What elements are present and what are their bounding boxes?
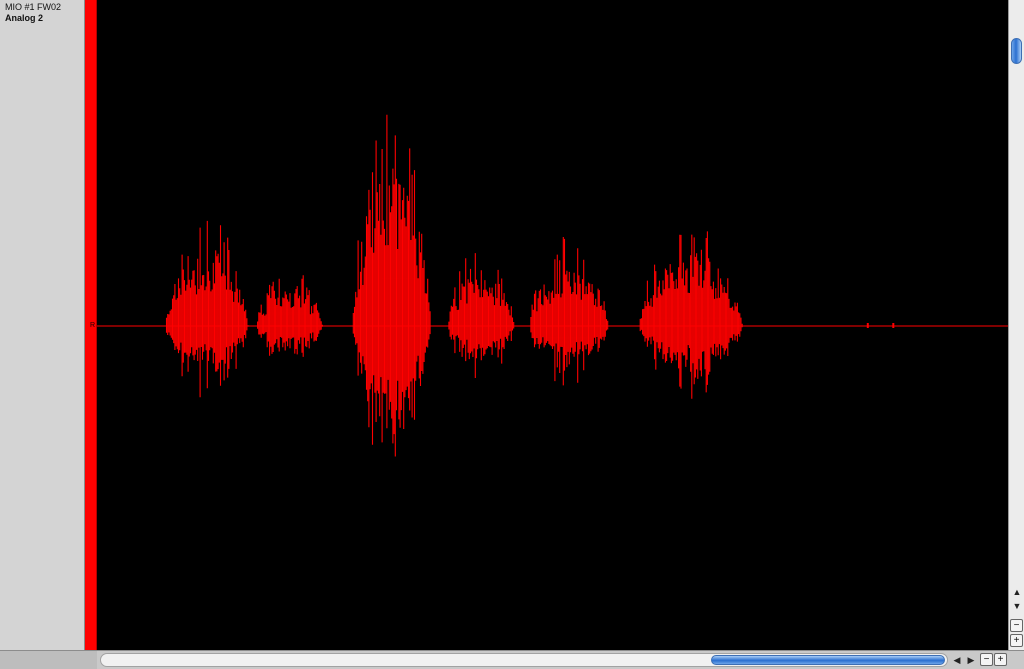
waveform-burst-2 — [257, 275, 323, 357]
waveform — [97, 114, 1008, 457]
horizontal-zoom-in-icon[interactable]: + — [994, 653, 1007, 666]
vertical-scrollbar[interactable]: ▲ ▼ − + — [1008, 0, 1024, 650]
scroll-down-icon[interactable]: ▼ — [1010, 599, 1024, 613]
waveform-blip-2 — [892, 323, 895, 328]
horizontal-zoom-out-icon[interactable]: − — [980, 653, 993, 666]
channel-marker: R — [90, 322, 96, 329]
track-device-name: MIO #1 FW02 — [5, 2, 62, 12]
vertical-zoom-in-icon[interactable]: + — [1010, 634, 1023, 647]
track-channel-name: Analog 2 — [5, 13, 44, 23]
bottom-bar: ◀ ▶ − + — [0, 650, 1024, 669]
vertical-scroll-thumb[interactable] — [1011, 38, 1022, 64]
scroll-up-icon[interactable]: ▲ — [1010, 585, 1024, 599]
scroll-left-icon[interactable]: ◀ — [950, 653, 964, 667]
horizontal-scroll-thumb[interactable] — [711, 655, 945, 665]
bottom-left-pad — [0, 651, 97, 669]
waveform-area[interactable] — [97, 0, 1008, 650]
waveform-burst-5 — [530, 237, 609, 386]
scroll-right-icon[interactable]: ▶ — [964, 653, 978, 667]
waveform-blip-1 — [866, 323, 869, 328]
vertical-zoom-out-icon[interactable]: − — [1010, 619, 1023, 632]
waveform-burst-4 — [448, 253, 515, 378]
waveform-burst-3 — [352, 114, 431, 457]
track-header[interactable]: MIO #1 FW02 Analog 2 — [0, 0, 85, 650]
horizontal-scrollbar[interactable] — [100, 653, 948, 667]
waveform-burst-6 — [639, 231, 743, 399]
waveform-burst-1 — [165, 220, 249, 398]
